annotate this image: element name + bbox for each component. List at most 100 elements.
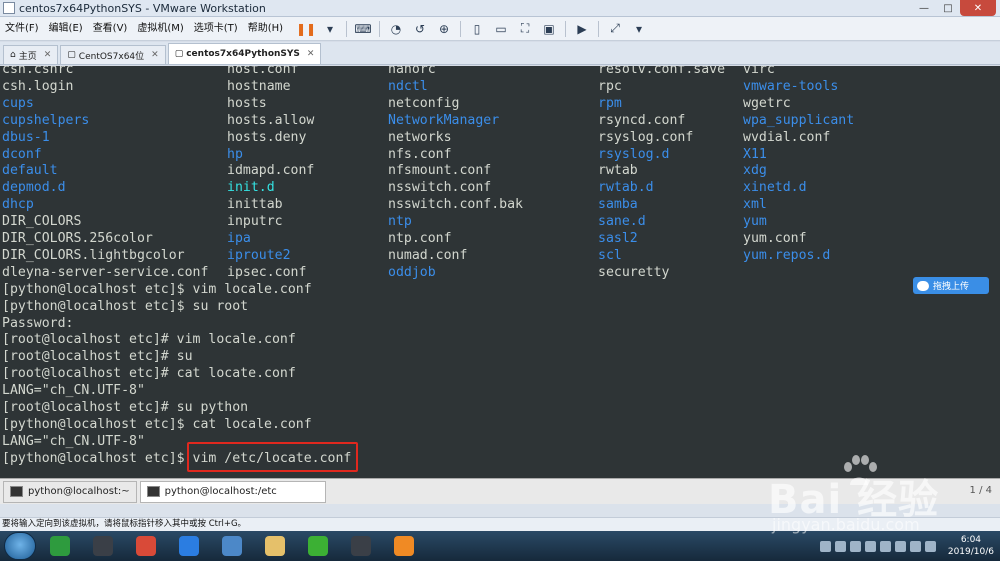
tray-icon[interactable] <box>819 540 831 552</box>
chrome-icon-glyph <box>136 536 156 556</box>
window-titlebar: centos7x64PythonSYS - VMware Workstation… <box>0 0 1000 17</box>
terminal-line: LANG="ch_CN.UTF-8" <box>2 433 145 449</box>
terminal-file-entry: DIR_COLORS.lightbgcolor <box>2 247 185 263</box>
terminal-file-entry: rsyncd.conf <box>598 112 686 128</box>
tray-icon[interactable] <box>834 540 846 552</box>
tray-icon[interactable] <box>849 540 861 552</box>
clock[interactable]: 6:04 2019/10/6 <box>948 534 994 558</box>
stretch-dropdown-icon[interactable]: ▾ <box>629 20 649 38</box>
terminal-file-entry: xdg <box>743 163 767 179</box>
workspace-indicator[interactable]: 1 / 4 <box>970 485 992 496</box>
fullscreen-icon[interactable]: ⛶ <box>515 20 535 38</box>
terminal-line: [python@localhost etc]$ vim /etc/locate.… <box>2 450 352 466</box>
nox-icon[interactable] <box>84 533 122 559</box>
tab-home[interactable]: ⌂ 主页 ✕ <box>3 45 59 64</box>
menu-tabs[interactable]: 选项卡(T) <box>189 17 243 41</box>
terminal-listing-row: depmod.d init.d nsswitch.conf rwtab.d xinetd… <box>2 179 1000 196</box>
drag-upload-button[interactable]: 拖拽上传 <box>913 277 989 294</box>
terminal-file-entry: rpc <box>598 78 622 94</box>
terminal-file-entry: dhcp <box>2 197 34 213</box>
unity-icon[interactable]: ▣ <box>539 20 559 38</box>
terminal-screen[interactable]: csh.cshrc host.conf nanorc resolv.conf.save… <box>0 66 1000 478</box>
terminal-tab-label: python@localhost:~ <box>28 486 130 497</box>
terminal-file-entry: securetty <box>598 264 670 280</box>
terminal-file-entry: yum.conf <box>743 231 807 246</box>
terminal-file-entry: ntp.conf <box>388 231 452 246</box>
terminal-file-entry: csh.cshrc <box>2 66 74 77</box>
close-icon[interactable]: ✕ <box>307 49 315 59</box>
toolbar-separator <box>460 20 462 37</box>
tray-app-1[interactable] <box>41 533 79 559</box>
highlight-box <box>187 442 358 472</box>
terminal-file-entry: hosts <box>227 95 267 111</box>
desktop-icon[interactable] <box>213 533 251 559</box>
send-keys-icon[interactable]: ⌨ <box>353 20 373 38</box>
terminal-file-entry: yum.repos.d <box>743 247 831 263</box>
close-icon[interactable]: ✕ <box>44 50 52 60</box>
terminal-file-entry: sane.d <box>598 214 646 230</box>
vm-icon: ▢ <box>174 49 184 59</box>
menu-edit[interactable]: 编辑(E) <box>44 17 88 41</box>
cloud-icon <box>917 280 929 291</box>
menu-help[interactable]: 帮助(H) <box>243 17 288 41</box>
terminal-file-entry: virc <box>743 66 775 77</box>
tray-icon[interactable] <box>864 540 876 552</box>
menu-file[interactable]: 文件(F) <box>0 17 44 41</box>
feather-icon[interactable] <box>170 533 208 559</box>
network-icon[interactable] <box>909 540 921 552</box>
start-button[interactable] <box>4 532 36 560</box>
terminal-line: [root@localhost etc]# vim locale.conf <box>2 332 296 348</box>
terminal-tab-home[interactable]: python@localhost:~ <box>3 480 137 503</box>
terminal-file-entry: nfsmount.conf <box>388 163 492 179</box>
toolbar-separator <box>598 20 600 37</box>
chrome-icon[interactable] <box>127 533 165 559</box>
dropdown-icon[interactable]: ▾ <box>320 20 340 38</box>
thumbnail-icon[interactable]: ▭ <box>491 20 511 38</box>
terminal-icon <box>10 486 23 497</box>
close-icon[interactable]: ✕ <box>151 50 159 60</box>
terminal-file-entry: resolv.conf.save <box>598 66 726 77</box>
terminal-listing-row: DIR_COLORS.256color ipa ntp.conf sasl2 yum.c… <box>2 230 1000 247</box>
terminal-file-entry: dconf <box>2 146 42 162</box>
menu-bar: 文件(F) 编辑(E) 查看(V) 虚拟机(M) 选项卡(T) 帮助(H) ❚❚… <box>0 17 1000 41</box>
terminal-line: Password: <box>2 315 74 331</box>
terminal-tab-etc[interactable]: python@localhost:/etc <box>139 480 326 503</box>
close-button[interactable]: ✕ <box>960 0 996 16</box>
tray-icon[interactable] <box>894 540 906 552</box>
terminal-listing-row: DIR_COLORS inputrc ntp sane.d yum <box>2 213 1000 230</box>
pause-icon[interactable]: ❚❚ <box>296 20 316 38</box>
terminal-file-entry: hosts.deny <box>227 129 307 145</box>
tab-centos7x64pythonsys[interactable]: ▢ centos7x64PythonSYS ✕ <box>167 43 322 64</box>
snapshot-manager-icon[interactable]: ⊕ <box>434 20 454 38</box>
wechat-icon[interactable] <box>299 533 337 559</box>
terminal-listing-row: dbus-1 hosts.deny networks rsyslog.conf wvdi… <box>2 129 1000 146</box>
vm-icon: ▢ <box>67 50 76 60</box>
vmware-icon[interactable] <box>385 533 423 559</box>
snapshot-icon[interactable]: ◔ <box>386 20 406 38</box>
terminal-file-entry: host.conf <box>227 66 299 77</box>
nox-icon-2[interactable] <box>342 533 380 559</box>
terminal-file-entry: depmod.d <box>2 180 66 196</box>
minimize-button[interactable]: — <box>912 0 936 16</box>
terminal-icon <box>146 486 160 497</box>
sidebar-icon[interactable]: ▯ <box>467 20 487 38</box>
terminal-file-entry: numad.conf <box>388 247 468 263</box>
console-icon[interactable]: ▶ <box>572 20 592 38</box>
maximize-button[interactable]: □ <box>936 0 960 16</box>
terminal-file-entry: hp <box>227 146 243 162</box>
tray-icon[interactable] <box>879 540 891 552</box>
stretch-icon[interactable]: ⤢ <box>605 20 625 38</box>
terminal-file-entry: sasl2 <box>598 231 638 246</box>
terminal-listing-row: csh.login hostname ndctl rpc vmware-tools <box>2 78 1000 95</box>
revert-snapshot-icon[interactable]: ↺ <box>410 20 430 38</box>
terminal-listing-row: cupshelpers hosts.allow NetworkManager rsyn… <box>2 112 1000 129</box>
terminal-line: [root@localhost etc]# cat locate.conf <box>2 366 296 382</box>
clock-time: 6:04 <box>960 535 982 545</box>
menu-vm[interactable]: 虚拟机(M) <box>132 17 188 41</box>
volume-icon[interactable] <box>924 540 936 552</box>
menu-view[interactable]: 查看(V) <box>88 17 133 41</box>
terminal-file-entry: scl <box>598 247 622 263</box>
toolbar: ❚❚ ▾ ⌨ ◔ ↺ ⊕ ▯ ▭ ⛶ ▣ ▶ ⤢ ▾ <box>294 20 651 38</box>
tab-centos7x64[interactable]: ▢ CentOS7x64位 ✕ <box>60 45 166 64</box>
folder-icon[interactable] <box>256 533 294 559</box>
